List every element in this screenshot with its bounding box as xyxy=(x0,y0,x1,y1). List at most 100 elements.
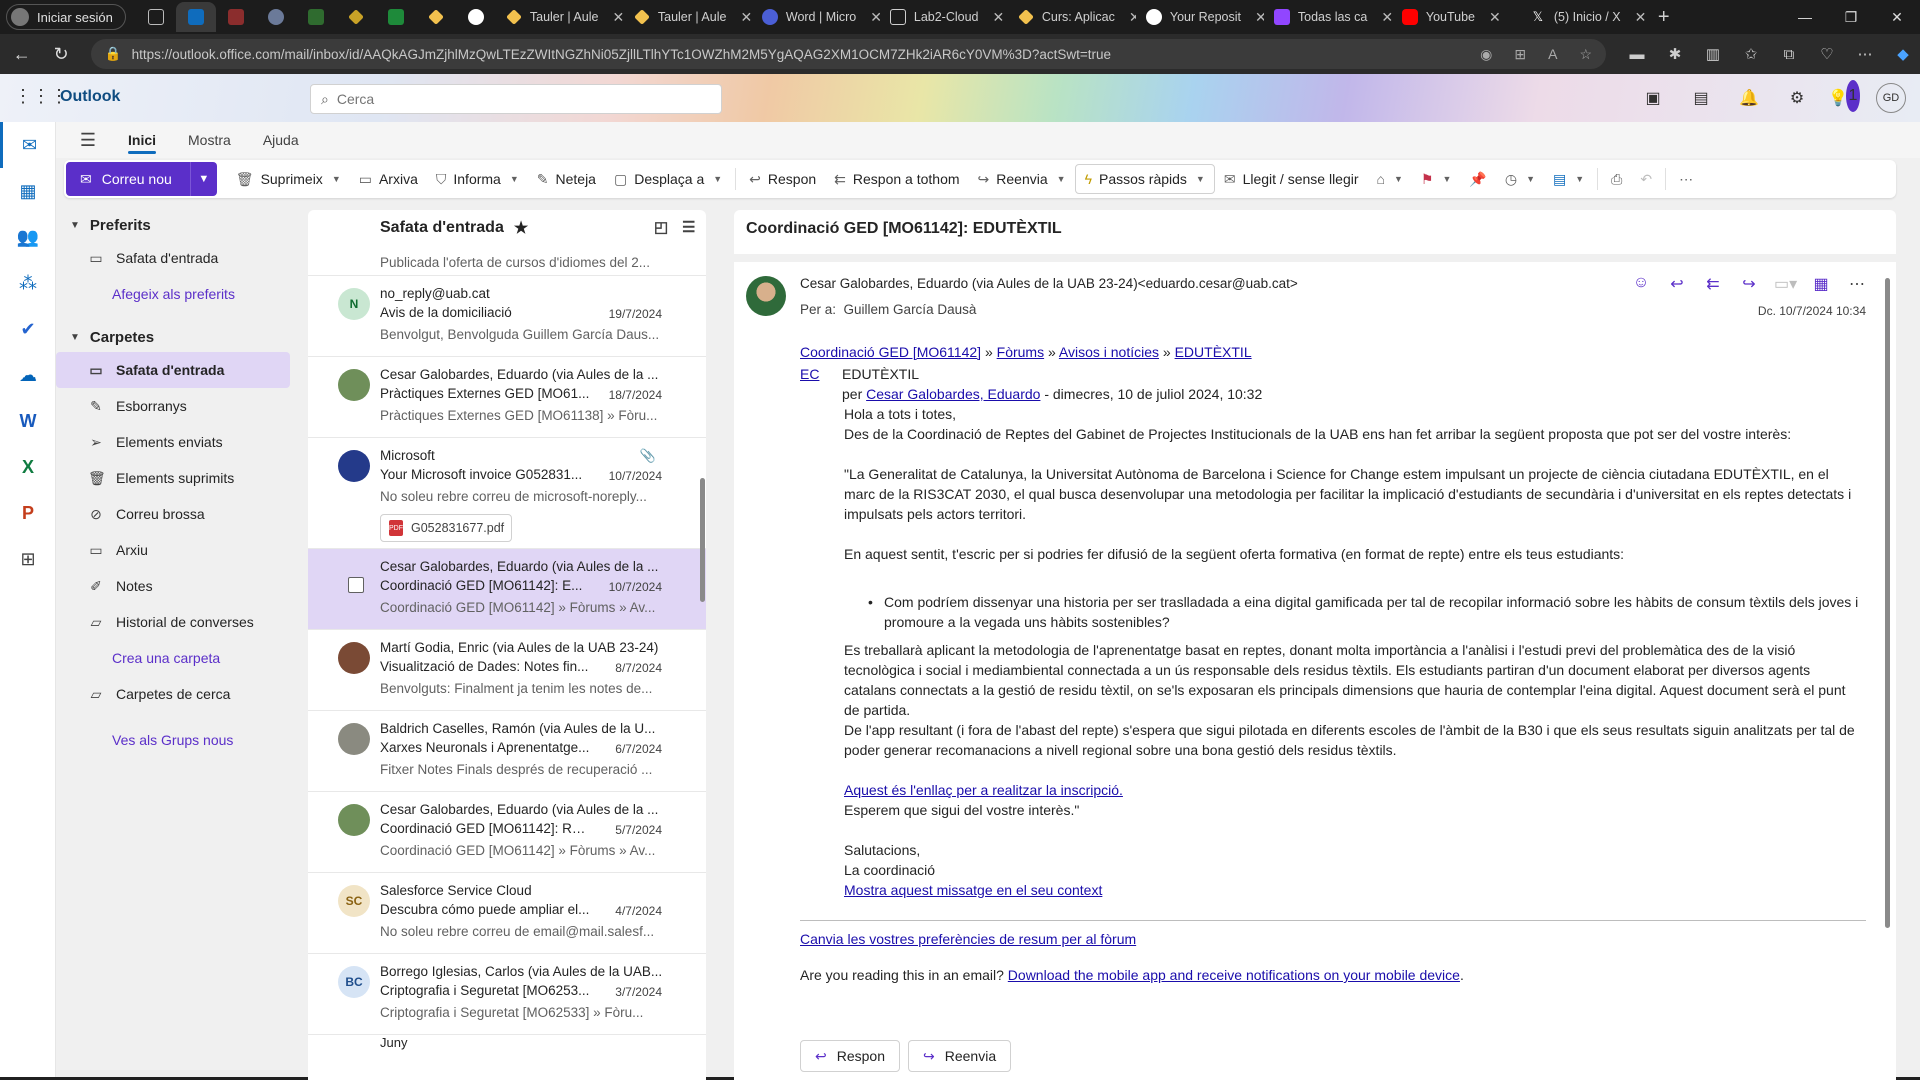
favorites-icon[interactable]: ✩ xyxy=(1734,39,1768,69)
url-field[interactable]: 🔒 https://outlook.office.com/mail/inbox/… xyxy=(90,39,1606,69)
chevron-down-icon[interactable]: ▼ xyxy=(1526,174,1535,184)
scrollbar-thumb[interactable] xyxy=(700,478,705,602)
teams-icon[interactable]: ▣ xyxy=(1636,82,1670,114)
extensions-icon[interactable]: ✱ xyxy=(1658,39,1692,69)
more-commands-button[interactable]: ⋯ xyxy=(1670,162,1702,196)
my-day-icon[interactable]: ▤ xyxy=(1684,82,1718,114)
back-arrow-icon[interactable]: ← xyxy=(4,38,39,70)
close-icon[interactable]: ✕ xyxy=(1255,9,1264,26)
author-initials-link[interactable]: EC xyxy=(800,364,819,404)
copilot-icon[interactable]: ◆ xyxy=(1886,39,1920,69)
restore-icon[interactable]: ❐ xyxy=(1828,0,1874,34)
pinned-tab-outlook[interactable] xyxy=(175,2,216,32)
browser-tab[interactable]: Tauler | Aule ✕ xyxy=(624,2,752,32)
tab-view[interactable]: Mostra xyxy=(188,122,231,158)
reading-pane-scrollbar[interactable] xyxy=(1885,278,1890,928)
app-available-icon[interactable]: ⊞ xyxy=(1514,46,1526,63)
close-icon[interactable]: ✕ xyxy=(612,9,623,26)
collections-icon[interactable]: ⧉ xyxy=(1772,39,1806,69)
tab-home[interactable]: Inici xyxy=(128,122,157,158)
folder-drafts[interactable]: ✎ Esborranys xyxy=(56,388,290,424)
author-link[interactable]: Cesar Galobardes, Eduardo xyxy=(866,386,1040,402)
move-button[interactable]: ▢ Desplaça a ▼ xyxy=(605,162,731,196)
list-item[interactable]: Microsoft Your Microsoft invoice G052831.… xyxy=(308,438,706,549)
browser-tab[interactable]: Word | Micro ✕ xyxy=(752,2,880,32)
list-item[interactable]: Martí Godia, Enric (via Aules de la UAB … xyxy=(308,630,706,711)
todo-icon[interactable]: ✔ xyxy=(0,306,56,352)
profile-signin-button[interactable]: Iniciar sesión xyxy=(6,4,126,30)
close-icon[interactable]: ✕ xyxy=(993,9,1005,26)
chevron-down-icon[interactable]: ▼ xyxy=(191,162,217,196)
new-tab-button[interactable]: + xyxy=(1648,2,1680,32)
pinned-tab-4[interactable] xyxy=(336,2,376,32)
folder-deleted[interactable]: 🗑 Elements suprimits xyxy=(56,460,290,496)
rules-button[interactable]: ▤ ▼ xyxy=(1544,162,1593,196)
emoji-react-icon[interactable]: ☺ xyxy=(1630,274,1652,294)
folder-inbox[interactable]: ▭ Safata d'entrada xyxy=(56,352,290,388)
reply-icon[interactable]: ↩ xyxy=(1666,274,1688,294)
reply-button[interactable]: ↩ Respon xyxy=(740,162,825,196)
browser-tab[interactable]: YouTube ✕ xyxy=(1392,2,1520,32)
browser-tab[interactable]: Todas las ca ✕ xyxy=(1264,2,1392,32)
report-button[interactable]: ⛉ Informa ▼ xyxy=(427,162,528,196)
read-aloud-icon[interactable]: A xyxy=(1548,46,1557,62)
apps-icon[interactable]: ▭▾ xyxy=(1774,274,1797,294)
favorites-header[interactable]: ▼ Preferits xyxy=(56,210,298,240)
breadcrumb-course[interactable]: Coordinació GED [MO61142] xyxy=(800,344,981,360)
gear-icon[interactable]: ⚙ xyxy=(1780,82,1814,114)
refresh-icon[interactable]: ↻ xyxy=(43,38,78,70)
avatar[interactable]: GD xyxy=(1876,83,1906,113)
browser-tab[interactable]: Your Reposit ✕ xyxy=(1136,2,1264,32)
pinned-tab-2[interactable] xyxy=(256,2,296,32)
list-item[interactable]: Cesar Galobardes, Eduardo (via Aules de … xyxy=(308,357,706,438)
folders-header[interactable]: ▼ Carpetes xyxy=(56,322,298,352)
close-icon[interactable]: ✕ xyxy=(1635,9,1647,26)
more-apps-icon[interactable]: ⊞ xyxy=(0,536,56,582)
chevron-down-icon[interactable]: ▼ xyxy=(332,174,341,184)
powerpoint-icon[interactable]: P xyxy=(0,490,56,536)
close-icon[interactable]: ✕ xyxy=(870,9,880,26)
calendar-icon[interactable]: ▦ xyxy=(0,168,56,214)
list-item[interactable]: SC Salesforce Service Cloud Descubra cómo … xyxy=(308,873,706,954)
close-window-icon[interactable]: ✕ xyxy=(1874,0,1920,34)
mail-icon[interactable]: ✉ xyxy=(0,122,56,168)
browser-tab[interactable]: Lab2-Cloud ✕ xyxy=(880,2,1008,32)
mobile-app-link[interactable]: Download the mobile app and receive noti… xyxy=(1008,967,1460,983)
more-options-icon[interactable]: ⋯ xyxy=(1848,39,1882,69)
reply-all-button[interactable]: ⇇ Respon a tothom xyxy=(825,162,968,196)
bell-icon[interactable]: 🔔 xyxy=(1732,82,1766,114)
sender-avatar[interactable] xyxy=(746,276,786,316)
folder-archive[interactable]: ▭ Arxiu xyxy=(56,532,290,568)
folder-search-folders[interactable]: ▱ Carpetes de cerca xyxy=(56,676,290,712)
quick-steps-button[interactable]: ϟ Passos ràpids ▼ xyxy=(1074,164,1215,194)
breadcrumb-news[interactable]: Avisos i notícies xyxy=(1059,344,1159,360)
minimize-icon[interactable]: — xyxy=(1782,0,1828,34)
forward-icon[interactable]: ↪ xyxy=(1738,274,1760,294)
folder-conversation-history[interactable]: ▱ Historial de converses xyxy=(56,604,290,640)
chevron-down-icon[interactable]: ▼ xyxy=(510,174,519,184)
print-button[interactable]: ⎙ xyxy=(1602,162,1631,196)
recipient-name[interactable]: Guillem García Dausà xyxy=(844,302,977,317)
forward-button[interactable]: ↪ Reenvia ▼ xyxy=(969,162,1075,196)
new-mail-button[interactable]: ✉ Correu nou ▼ xyxy=(66,162,217,196)
filter-icon[interactable]: ☰ xyxy=(682,218,695,236)
hamburger-menu-icon[interactable]: ☰ xyxy=(64,130,112,151)
forum-preferences-link[interactable]: Canvia les vostres preferències de resum… xyxy=(800,931,1136,947)
context-link[interactable]: Mostra aquest missatge en el seu context xyxy=(844,882,1102,898)
create-folder-link[interactable]: Crea una carpeta xyxy=(56,640,298,676)
close-icon[interactable]: ✕ xyxy=(1489,9,1501,26)
tab-help[interactable]: Ajuda xyxy=(263,122,299,158)
app-launcher-icon[interactable]: ⋮⋮⋮ xyxy=(14,86,68,110)
message-list-scrollbar[interactable] xyxy=(698,246,706,1076)
folder-junk[interactable]: ⊘ Correu brossa xyxy=(56,496,290,532)
favorite-inbox[interactable]: ▭ Safata d'entrada xyxy=(56,240,290,276)
pinned-tab-7[interactable] xyxy=(456,2,496,32)
browser-tab[interactable]: Curs: Aplicac ✕ xyxy=(1008,2,1136,32)
chevron-down-icon[interactable]: ▼ xyxy=(713,174,722,184)
close-icon[interactable]: ✕ xyxy=(1381,9,1392,26)
tips-icon[interactable]: 💡 1 xyxy=(1828,80,1862,114)
app-name[interactable]: Outlook xyxy=(60,88,120,106)
favorite-star-icon[interactable]: ☆ xyxy=(1579,46,1592,63)
word-icon[interactable]: W xyxy=(0,398,56,444)
chevron-down-icon[interactable]: ▼ xyxy=(1394,174,1403,184)
